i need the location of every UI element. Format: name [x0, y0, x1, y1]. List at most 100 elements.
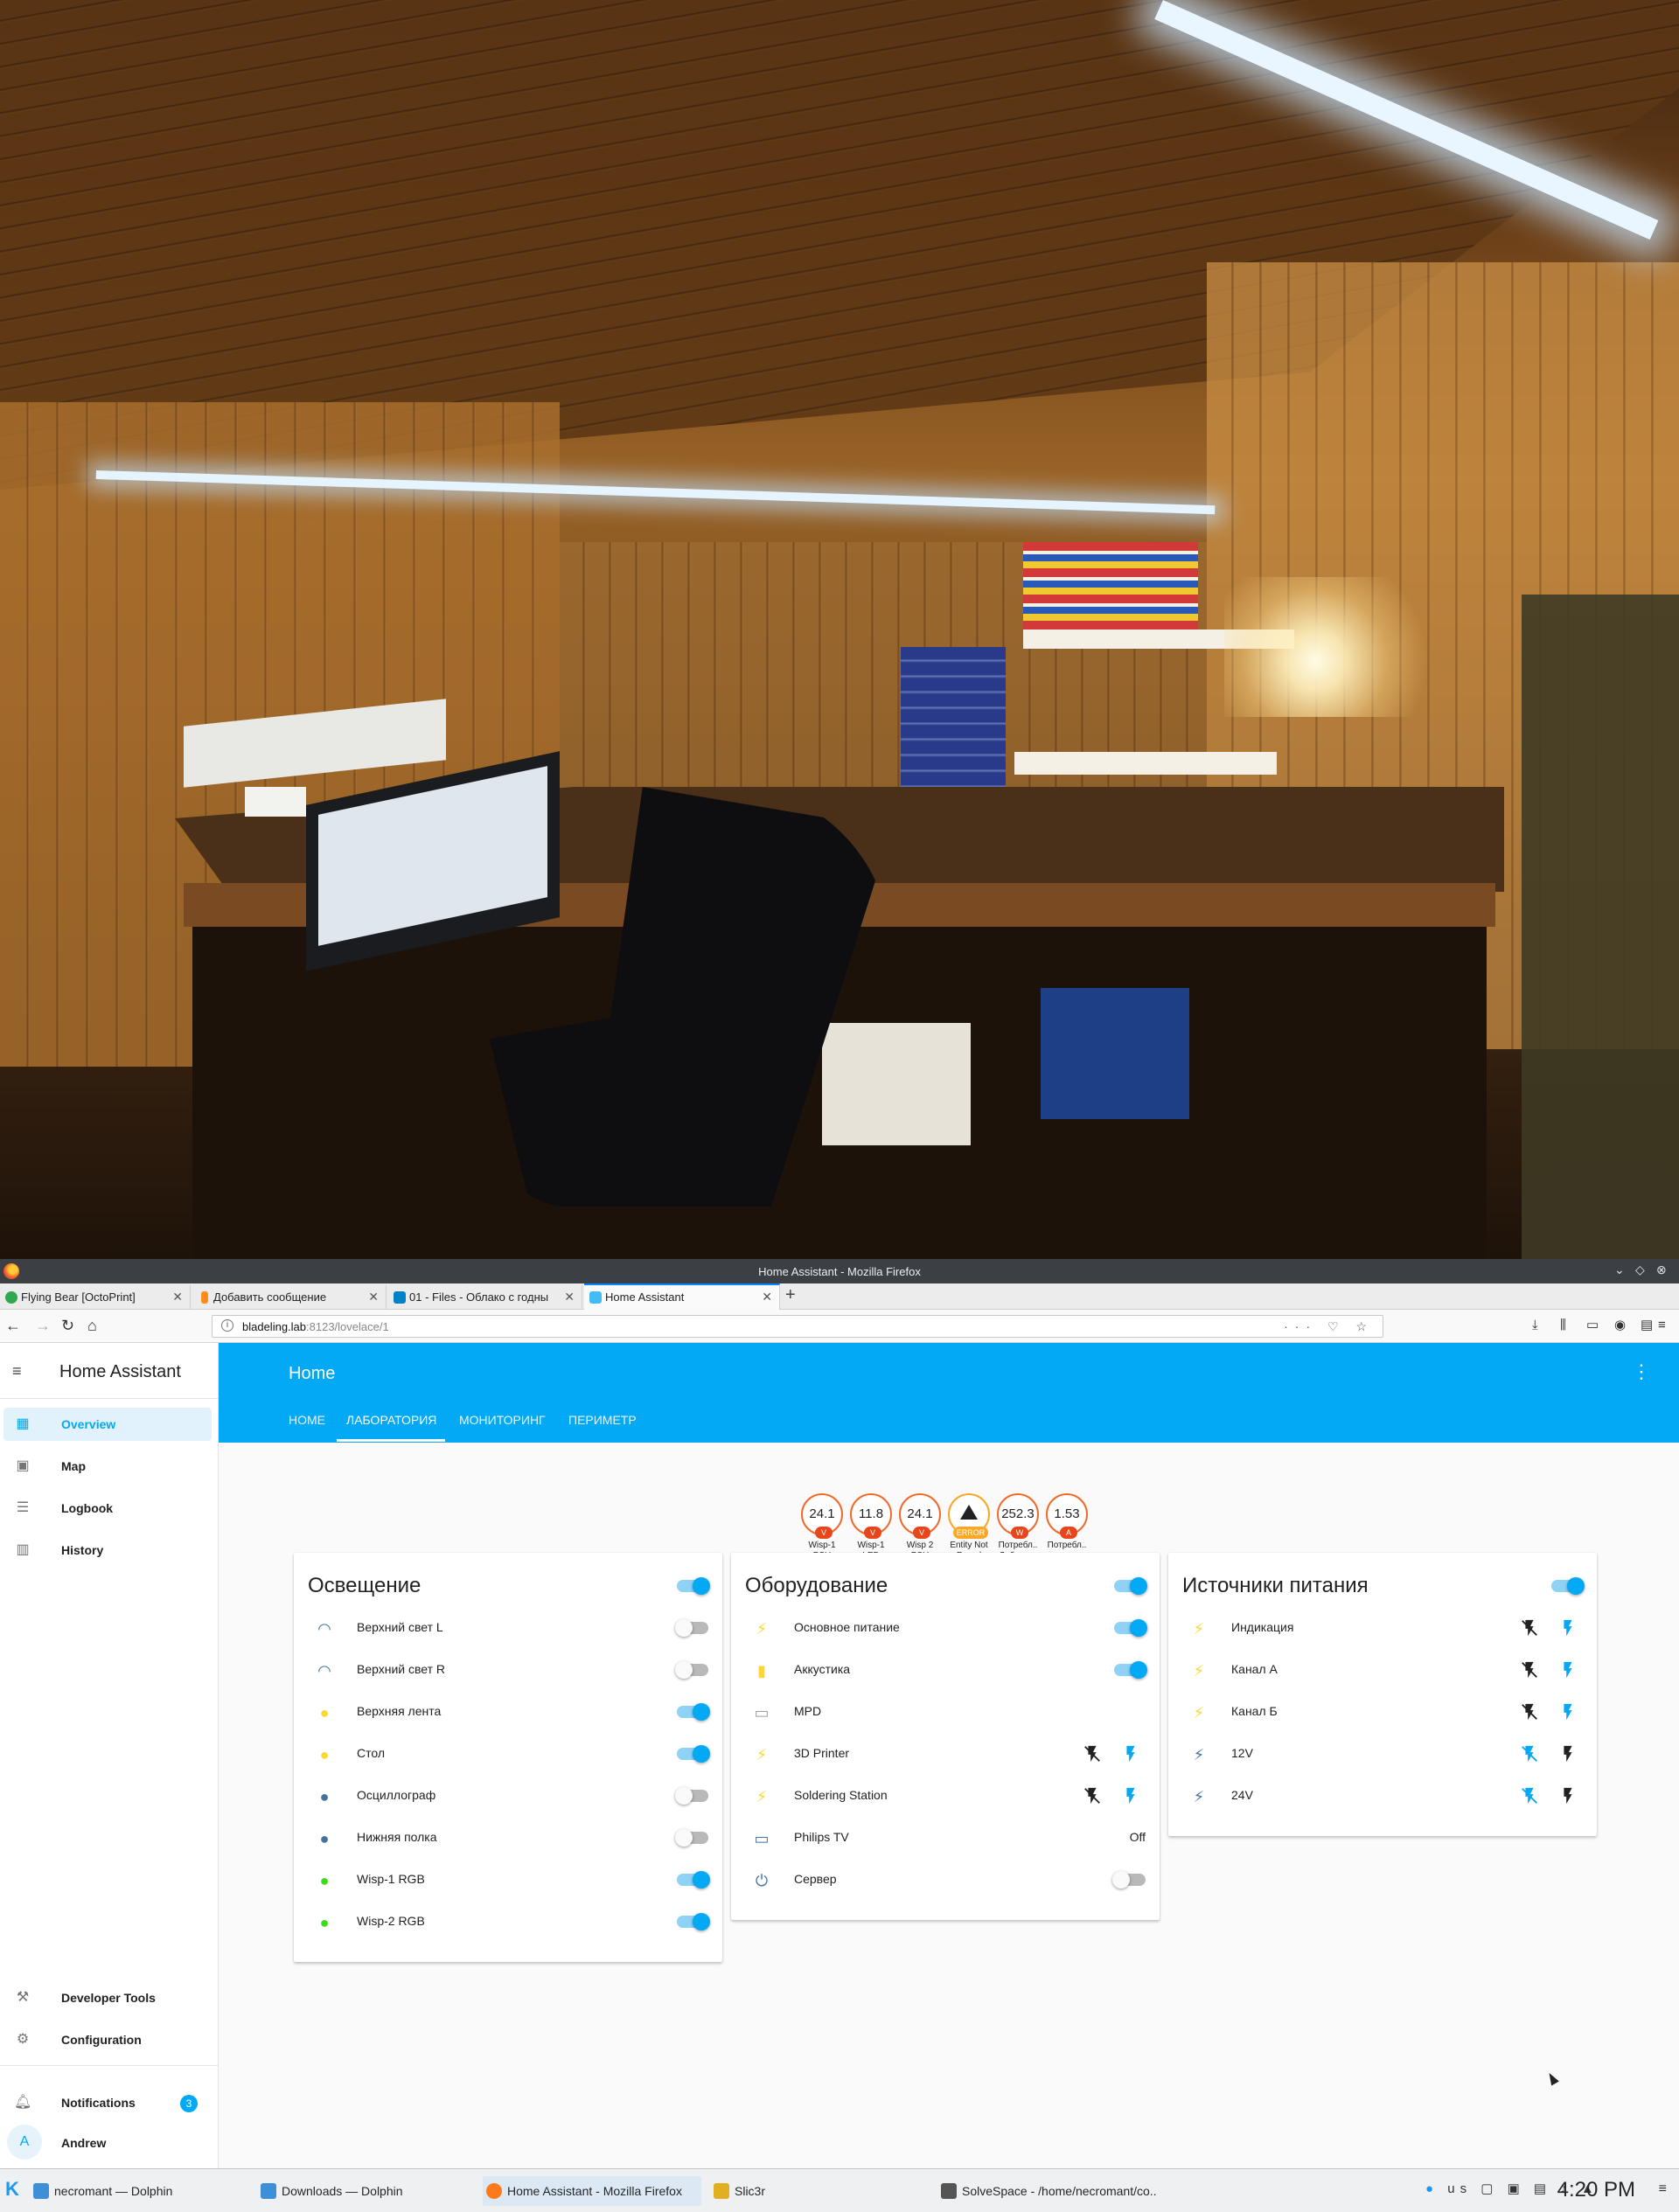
task-dolphin-downloads[interactable]: Downloads — Dolphin [257, 2176, 476, 2206]
entity-row: ⚡︎ 3D Printer [731, 1733, 1160, 1775]
forward-icon[interactable]: → [35, 1317, 51, 1334]
library-icon[interactable]: ⫼ [1560, 1317, 1566, 1334]
entity-toggle[interactable] [675, 1829, 708, 1847]
turn-off-icon[interactable] [1520, 1786, 1539, 1805]
badge-unit: V [864, 1527, 881, 1539]
task-firefox[interactable]: Home Assistant - Mozilla Firefox [483, 2176, 701, 2206]
entity-toggle[interactable] [1114, 1619, 1147, 1637]
turn-on-icon[interactable] [1558, 1702, 1578, 1722]
sidebar-toggle-icon[interactable]: ▭ [1586, 1317, 1599, 1334]
more-vert-icon[interactable]: ⋮ [1632, 1360, 1651, 1383]
grid-icon: ▦ [16, 1416, 30, 1431]
entity-toggle[interactable] [677, 1913, 710, 1930]
tab-home[interactable]: HOME [289, 1413, 325, 1427]
clock: 4:20 PM [1557, 2178, 1635, 2202]
account-box-icon: ▣ [16, 1458, 30, 1473]
close-tab-icon[interactable]: ✕ [172, 1290, 183, 1304]
entity-toggle[interactable] [675, 1787, 708, 1805]
turn-on-icon[interactable] [1121, 1786, 1140, 1805]
menu-collapse-icon[interactable]: ≡ [12, 1362, 22, 1381]
close-tab-icon[interactable]: ✕ [564, 1290, 575, 1304]
info-icon[interactable]: i [221, 1319, 233, 1332]
gear-icon: ⚙ [16, 2032, 30, 2047]
hamburger-menu-icon[interactable]: ≡ [1658, 1317, 1666, 1334]
task-solvespace[interactable]: SolveSpace - /home/necromant/co... [937, 2176, 1156, 2206]
tab-label: Home Assistant [605, 1290, 685, 1304]
entity-row: ⚡︎ 12V [1168, 1733, 1597, 1775]
turn-on-icon[interactable] [1558, 1786, 1578, 1805]
flash-icon: ⚡︎ [756, 1620, 768, 1638]
turn-off-icon[interactable] [1520, 1702, 1539, 1722]
bulb-icon: ● [319, 1872, 330, 1889]
sensor-badge[interactable]: ERROREntity Not Found [946, 1493, 992, 1562]
entity-name: Стол [357, 1746, 386, 1760]
downloads-icon[interactable]: ⤓ [1532, 1317, 1538, 1334]
reload-icon[interactable]: ↻ [61, 1317, 74, 1334]
entity-toggle[interactable] [677, 1703, 710, 1721]
back-icon[interactable]: ← [5, 1317, 21, 1334]
card-header-toggle[interactable] [1551, 1577, 1585, 1595]
sidebar-item-configuration[interactable]: ⚙ Configuration [3, 2023, 212, 2056]
turn-on-icon[interactable] [1558, 1618, 1578, 1638]
entity-name: Верхняя лента [357, 1704, 442, 1718]
sidebar-item-label: Map [61, 1459, 86, 1473]
badge-value: 1.53 [1054, 1506, 1080, 1521]
task-slic3r[interactable]: Slic3r [710, 2176, 929, 2206]
sidebar-item-history[interactable]: ▥ History [3, 1534, 212, 1567]
turn-off-icon[interactable] [1520, 1660, 1539, 1680]
maximize-icon[interactable]: ◇ [1635, 1263, 1645, 1277]
home-icon[interactable]: ⌂ [87, 1317, 97, 1334]
entity-toggle[interactable] [675, 1619, 708, 1637]
extension-icon[interactable]: ◉ [1614, 1317, 1626, 1334]
sidebar-item-map[interactable]: ▣ Map [3, 1450, 212, 1483]
reader-icon[interactable]: ▤ [1641, 1317, 1653, 1334]
url-host: bladeling.lab [242, 1320, 307, 1333]
tab-monitoring[interactable]: МОНИТОРИНГ [459, 1413, 546, 1427]
turn-off-icon[interactable] [1520, 1618, 1539, 1638]
shelf-rack [1522, 595, 1679, 1259]
kde-launcher-icon[interactable]: K [5, 2178, 19, 2201]
turn-off-icon[interactable] [1520, 1744, 1539, 1763]
card-header-toggle[interactable] [677, 1577, 710, 1595]
turn-on-icon[interactable] [1558, 1660, 1578, 1680]
tab-octoprint[interactable]: Flying Bear [OctoPrint] ✕ [0, 1285, 191, 1310]
entity-name: MPD [794, 1704, 822, 1718]
entity-name: Wisp-2 RGB [357, 1914, 425, 1928]
panel-menu-icon[interactable]: ≡ [1659, 2181, 1667, 2197]
turn-on-icon[interactable] [1121, 1744, 1140, 1763]
page-actions-icon[interactable]: ··· ♡ ☆ [1284, 1319, 1374, 1334]
close-tab-icon[interactable]: ✕ [762, 1290, 772, 1304]
tab-home-assistant[interactable]: Home Assistant ✕ [584, 1283, 780, 1311]
close-tab-icon[interactable]: ✕ [368, 1290, 379, 1304]
sidebar-item-developer-tools[interactable]: ⚒ Developer Tools [3, 1981, 212, 2014]
sidebar-item-logbook[interactable]: ☰ Logbook [3, 1492, 212, 1525]
sidebar-item-notifications[interactable]: 🔔︎ Notifications 3 [3, 2086, 212, 2119]
turn-off-icon[interactable] [1083, 1786, 1102, 1805]
turn-on-icon[interactable] [1558, 1744, 1578, 1763]
tab-files[interactable]: 01 - Files - Облако с годны ✕ [388, 1285, 582, 1310]
sensor-badge[interactable]: 1.53AПотребл.. ток [1044, 1493, 1090, 1562]
card-header-toggle[interactable] [1114, 1577, 1147, 1595]
flash-icon: ⚡︎ [1193, 1788, 1205, 1805]
minimize-icon[interactable]: ⌄ [1614, 1263, 1625, 1277]
task-dolphin-necromant[interactable]: necromant — Dolphin [30, 2176, 248, 2206]
sensor-badge[interactable]: 252.3WПотребл.. Лаборат.. [995, 1493, 1041, 1562]
close-window-icon[interactable]: ⊗ [1656, 1263, 1667, 1277]
sidebar-item-profile[interactable]: A Andrew [3, 2125, 212, 2160]
sidebar-item-overview[interactable]: ▦ Overview [3, 1408, 212, 1441]
entity-row: ⚡︎ Основное питание [731, 1607, 1160, 1649]
url-bar[interactable]: i bladeling.lab:8123/lovelace/1 ··· ♡ ☆ [212, 1315, 1383, 1338]
entity-name: Основное питание [794, 1620, 900, 1634]
entity-row: ▭ Philips TV Off [731, 1817, 1160, 1859]
tab-laboratory[interactable]: ЛАБОРАТОРИЯ [346, 1413, 436, 1427]
entity-toggle[interactable] [1114, 1661, 1147, 1679]
tab-message[interactable]: Добавить сообщение ✕ [192, 1285, 387, 1310]
turn-off-icon[interactable] [1083, 1744, 1102, 1763]
new-tab-icon[interactable]: + [785, 1285, 796, 1305]
tab-perimeter[interactable]: ПЕРИМЕТР [568, 1413, 637, 1427]
entity-toggle[interactable] [677, 1871, 710, 1889]
entity-toggle[interactable] [677, 1745, 710, 1763]
entity-toggle[interactable] [675, 1661, 708, 1679]
entity-toggle[interactable] [1112, 1871, 1146, 1889]
entity-name: Верхний свет L [357, 1620, 443, 1634]
